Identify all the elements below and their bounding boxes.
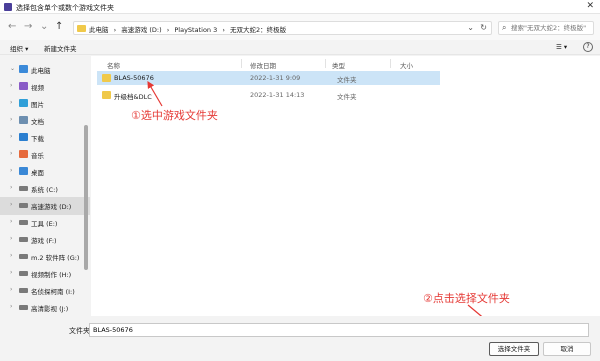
annotation-step-2: ②点击选择文件夹	[423, 292, 510, 305]
folder-name-field[interactable]	[89, 323, 589, 337]
folder-name-input[interactable]	[90, 324, 588, 336]
dialog-footer: 文件夹: 选择文件夹 取消	[0, 316, 600, 361]
cancel-button[interactable]: 取消	[543, 342, 591, 356]
annotation-step-1: ①选中游戏文件夹	[131, 109, 218, 122]
arrow-to-folder	[147, 80, 163, 107]
annotation-arrows	[147, 80, 512, 342]
select-folder-button[interactable]: 选择文件夹	[489, 342, 539, 356]
